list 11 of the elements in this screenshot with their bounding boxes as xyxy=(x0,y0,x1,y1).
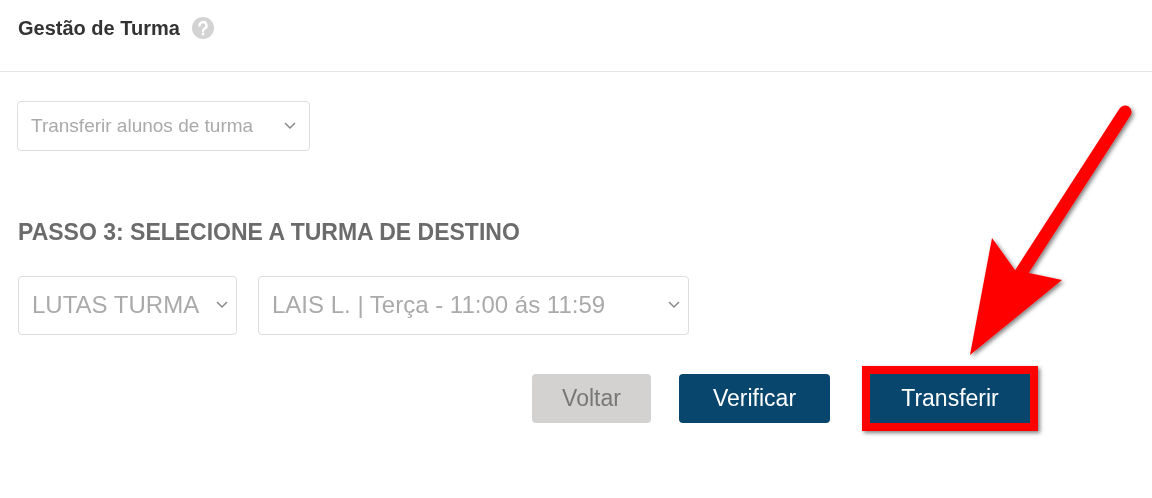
action-button[interactable]: Transferir xyxy=(870,373,1030,423)
step-heading: PASSO 3: SELECIONE A TURMA DE DESTINO xyxy=(18,218,521,247)
page-title: Gestão de Turma xyxy=(18,15,180,41)
chevron-down-icon xyxy=(284,122,296,130)
class-select[interactable]: LAIS L. | Terça - 11:00 ás 11:59 xyxy=(258,275,689,335)
chevron-down-icon xyxy=(216,301,228,309)
action-button[interactable]: Verificar xyxy=(679,373,830,423)
chevron-down-icon xyxy=(668,301,680,309)
class-select[interactable]: LUTAS TURMA xyxy=(18,275,237,335)
help-icon[interactable] xyxy=(191,16,214,39)
action-select[interactable]: Transferir alunos de turma xyxy=(17,101,310,151)
